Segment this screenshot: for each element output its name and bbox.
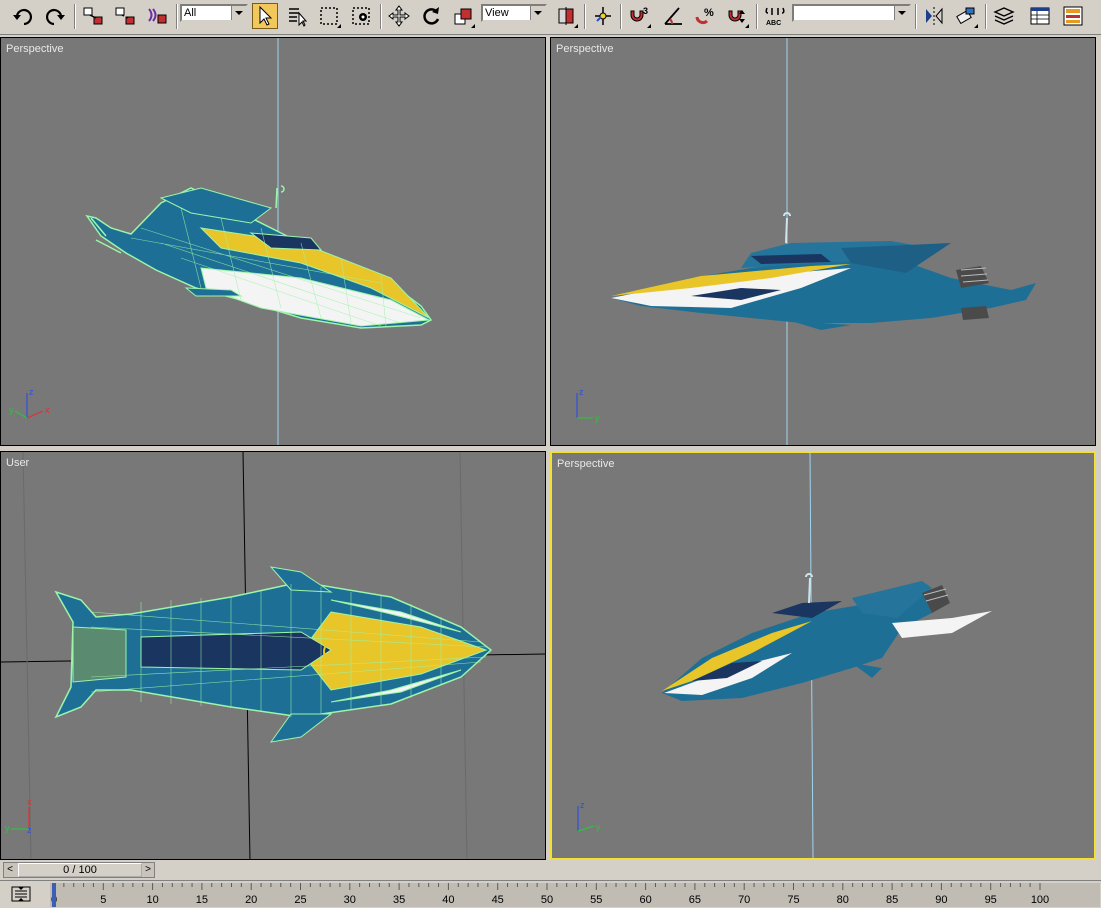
angle-snap-icon[interactable] [660, 3, 686, 29]
axis-x-label: x [27, 797, 32, 807]
ruler-tick-label: 30 [344, 894, 356, 906]
ruler-tick-label: 65 [689, 894, 701, 906]
undo-icon[interactable] [10, 3, 36, 29]
track-bar-ruler[interactable]: 0510152025303540455055606570758085909510… [50, 883, 1100, 907]
viewport-label[interactable]: Perspective [557, 458, 614, 470]
ruler-tick-label: 50 [541, 894, 553, 906]
viewport-bottom-right-active[interactable]: Perspective z y [550, 451, 1096, 860]
track-bar: 0510152025303540455055606570758085909510… [0, 880, 1101, 908]
redo-icon[interactable] [42, 3, 68, 29]
spaceship-topview-wireframe [54, 566, 493, 743]
ruler-tick-label: 15 [196, 894, 208, 906]
ruler-tick-label: 75 [787, 894, 799, 906]
axis-z-label: z [580, 800, 585, 810]
use-pivot-center-icon[interactable] [553, 3, 579, 29]
percent-snap-icon[interactable]: % [692, 3, 718, 29]
unlink-selection-icon[interactable] [112, 3, 138, 29]
chevron-down-icon [231, 6, 246, 20]
ruler-tick-label: 5 [100, 894, 106, 906]
mirror-icon[interactable] [921, 3, 947, 29]
time-slider[interactable]: < 0 / 100 > [3, 862, 155, 878]
viewport-label[interactable]: Perspective [6, 43, 63, 55]
spaceship-shaded-model [662, 573, 992, 701]
axis-y-label: y [596, 822, 601, 832]
track-bar-ruler-ticks: 0510152025303540455055606570758085909510… [51, 883, 1049, 907]
ruler-tick-label: 80 [837, 894, 849, 906]
schematic-view-icon[interactable] [1060, 3, 1086, 29]
spinner-snap-icon[interactable] [724, 3, 750, 29]
ruler-tick-label: 85 [886, 894, 898, 906]
window-crossing-icon[interactable] [348, 3, 374, 29]
axis-x-label: x [45, 405, 50, 415]
select-and-rotate-icon[interactable] [418, 3, 444, 29]
ruler-tick-label: 60 [639, 894, 651, 906]
spaceship-shaded-model [611, 212, 1036, 330]
time-next-button[interactable]: > [142, 863, 154, 877]
viewport-scene [85, 38, 433, 445]
ruler-tick-label: 70 [738, 894, 750, 906]
axis-y-label: y [9, 405, 14, 415]
ruler-tick-label: 25 [294, 894, 306, 906]
ruler-tick-label: 45 [492, 894, 504, 906]
svg-text:ABC: ABC [766, 20, 781, 27]
main-toolbar: All View 3 % ABC [0, 0, 1101, 35]
align-icon[interactable] [953, 3, 979, 29]
ruler-tick-label: 20 [245, 894, 257, 906]
edit-named-selection-icon[interactable]: ABC [762, 3, 788, 29]
viewport-scene [662, 453, 992, 858]
select-and-scale-icon[interactable] [450, 3, 476, 29]
time-slider-thumb[interactable]: 0 / 100 [18, 863, 142, 877]
axis-y-label: y [5, 823, 10, 833]
viewport-scene [611, 38, 1036, 445]
ruler-tick-label: 95 [985, 894, 997, 906]
viewport-top-right[interactable]: Perspective z y [550, 37, 1096, 446]
selection-filter-dropdown[interactable]: All [180, 4, 248, 22]
reference-coord-dropdown[interactable]: View [481, 4, 547, 22]
select-and-link-icon[interactable] [80, 3, 106, 29]
viewport-top-left[interactable]: Perspective z x y [0, 37, 546, 446]
viewport-label[interactable]: User [6, 457, 29, 469]
svg-text:%: % [704, 7, 714, 19]
ruler-tick-label: 55 [590, 894, 602, 906]
select-and-move-icon[interactable] [386, 3, 412, 29]
curve-editor-icon[interactable] [1027, 3, 1053, 29]
chevron-down-icon [530, 6, 545, 20]
axis-z-label: z [29, 387, 34, 397]
axis-tripod-icon: x y z [5, 797, 32, 835]
reference-coord-value: View [485, 7, 509, 19]
ruler-tick-label: 10 [146, 894, 158, 906]
named-selection-dropdown[interactable] [792, 4, 911, 22]
open-mini-curve-editor-icon[interactable] [10, 885, 32, 903]
ruler-tick-label: 40 [442, 894, 454, 906]
select-by-name-icon[interactable] [284, 3, 310, 29]
ruler-tick-label: 35 [393, 894, 405, 906]
bind-space-warp-icon[interactable] [144, 3, 170, 29]
layer-manager-icon[interactable] [991, 3, 1017, 29]
viewport-scene [1, 452, 545, 859]
select-object-icon[interactable] [252, 3, 278, 29]
axis-y-label: y [595, 413, 600, 423]
select-and-manipulate-icon[interactable] [590, 3, 616, 29]
ruler-tick-label: 100 [1031, 894, 1049, 906]
spaceship-wireframe-model [85, 185, 433, 329]
time-slider-bar: < 0 / 100 > [0, 860, 1101, 878]
axis-tripod-icon: z y [576, 387, 600, 423]
viewport-label[interactable]: Perspective [556, 43, 613, 55]
time-prev-button[interactable]: < [4, 863, 16, 877]
selection-filter-value: All [184, 7, 197, 19]
axis-z-label: z [27, 825, 32, 835]
svg-text:3: 3 [643, 6, 648, 16]
viewport-bottom-left[interactable]: User x y z [0, 451, 546, 860]
axis-tripod-icon: z y [577, 800, 601, 832]
snaps-toggle-icon[interactable]: 3 [626, 3, 652, 29]
rectangular-selection-icon[interactable] [316, 3, 342, 29]
current-frame-marker [52, 883, 56, 907]
axis-tripod-icon: z x y [9, 387, 50, 419]
axis-z-label: z [579, 387, 584, 397]
chevron-down-icon [894, 6, 909, 20]
ruler-tick-label: 90 [935, 894, 947, 906]
